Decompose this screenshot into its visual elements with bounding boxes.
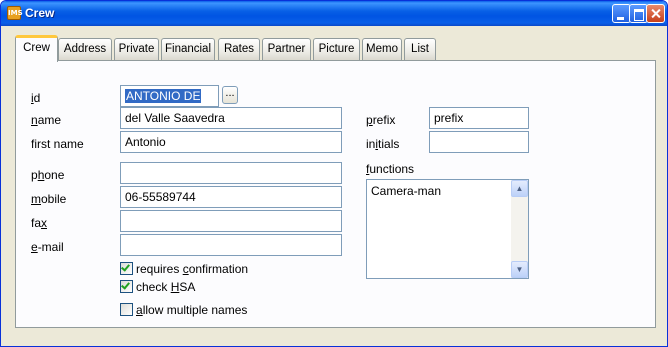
tab-private[interactable]: Private xyxy=(114,38,159,61)
window-title: Crew xyxy=(25,6,55,20)
first-name-field[interactable]: Antonio xyxy=(120,131,342,153)
app-icon: IMS xyxy=(7,6,23,20)
fax-label: fax xyxy=(31,216,48,230)
prefix-field[interactable]: prefix xyxy=(429,107,529,129)
name-label: name xyxy=(31,113,62,127)
tab-memo[interactable]: Memo xyxy=(362,38,402,61)
phone-label: phone xyxy=(31,168,65,182)
check-hsa-label[interactable]: check HSA xyxy=(136,280,195,294)
check-mark-icon xyxy=(121,280,130,290)
functions-label: functions xyxy=(366,162,415,176)
initials-field[interactable] xyxy=(429,131,529,153)
requires-confirmation-label[interactable]: requires confirmation xyxy=(136,262,248,276)
title-bar[interactable]: IMS Crew xyxy=(1,1,667,26)
scroll-up-icon[interactable]: ▲ xyxy=(511,180,528,197)
name-field[interactable]: del Valle Saavedra xyxy=(120,107,342,129)
tab-picture[interactable]: Picture xyxy=(313,38,360,61)
email-label: e-mail xyxy=(31,240,64,254)
first-name-label: first name xyxy=(31,137,84,151)
phone-field[interactable] xyxy=(120,162,342,184)
tab-list[interactable]: List xyxy=(404,38,436,61)
mobile-field[interactable]: 06-55589744 xyxy=(120,186,342,208)
prefix-label: prefix xyxy=(366,113,396,127)
requires-confirmation-checkbox[interactable] xyxy=(120,262,133,275)
initials-label: initials xyxy=(366,137,400,151)
tab-financial[interactable]: Financial xyxy=(161,38,215,61)
email-field[interactable] xyxy=(120,234,342,256)
functions-listbox[interactable]: Camera-man ▲ ▼ xyxy=(366,179,529,279)
allow-multiple-names-label[interactable]: allow multiple names xyxy=(136,303,247,317)
id-label: id xyxy=(31,91,41,105)
crew-window: IMS Crew Crew Address Private Financial … xyxy=(0,0,668,347)
functions-scrollbar[interactable]: ▲ ▼ xyxy=(511,180,528,278)
tab-partner[interactable]: Partner xyxy=(262,38,311,61)
id-field[interactable]: ANTONIO DE xyxy=(120,85,219,107)
list-item[interactable]: Camera-man xyxy=(371,184,441,198)
tab-address[interactable]: Address xyxy=(58,38,112,61)
scroll-down-icon[interactable]: ▼ xyxy=(511,261,528,278)
tab-crew[interactable]: Crew xyxy=(15,35,58,62)
check-hsa-checkbox[interactable] xyxy=(120,280,133,293)
id-lookup-button[interactable]: ... xyxy=(222,86,238,104)
allow-multiple-names-checkbox[interactable] xyxy=(120,303,133,316)
tab-rates[interactable]: Rates xyxy=(218,38,260,61)
close-button[interactable] xyxy=(646,4,665,23)
mobile-label: mobile xyxy=(31,192,67,206)
check-mark-icon xyxy=(121,262,130,272)
fax-field[interactable] xyxy=(120,210,342,232)
